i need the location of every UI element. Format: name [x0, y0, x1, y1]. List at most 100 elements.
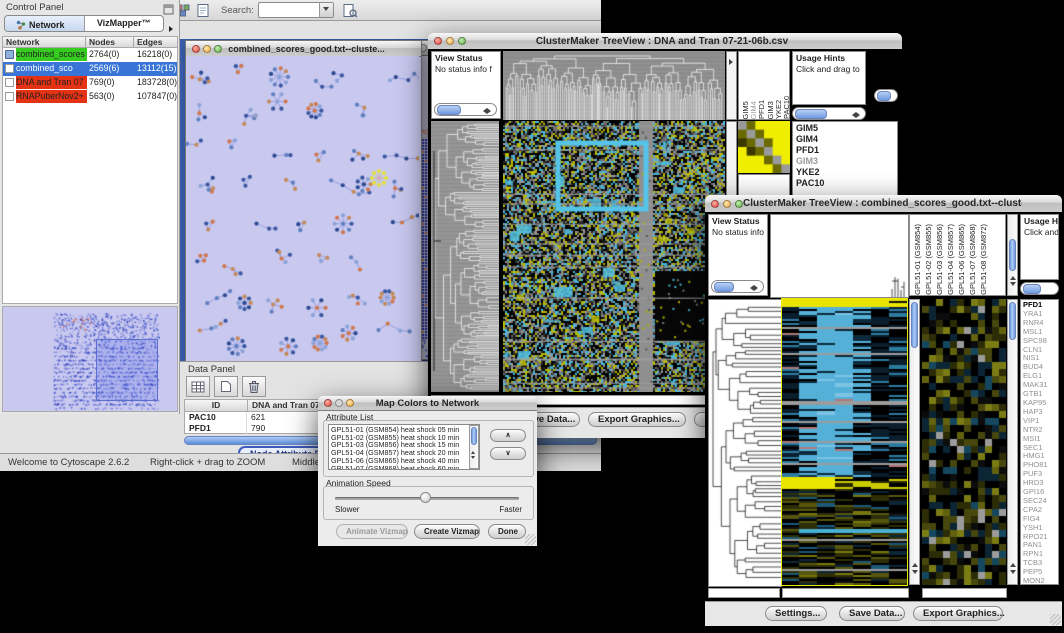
- close-icon[interactable]: [324, 399, 332, 407]
- dendro-hscroll[interactable]: [708, 588, 780, 598]
- col-network[interactable]: Network: [2, 36, 86, 48]
- close-icon[interactable]: [434, 37, 442, 45]
- treeview-dna-titlebar[interactable]: ClusterMaker TreeView : DNA and Tran 07-…: [428, 33, 902, 50]
- close-icon[interactable]: [192, 45, 200, 53]
- status-scrollbar[interactable]: [711, 280, 764, 293]
- gene-label[interactable]: PEP5: [1023, 568, 1058, 577]
- row-dendrogram[interactable]: [708, 299, 782, 587]
- zoom-scrollbar[interactable]: [874, 89, 898, 102]
- minimize-icon[interactable]: [203, 45, 211, 53]
- network-table-row[interactable]: combined_scores2764(0)16218(0): [3, 48, 177, 62]
- export-graphics-button[interactable]: Export Graphics...: [913, 606, 1003, 621]
- gene-label[interactable]: PFD1: [796, 145, 897, 156]
- gene-label[interactable]: YRA1: [1023, 310, 1058, 319]
- network-overview[interactable]: [2, 306, 178, 412]
- gene-label[interactable]: GPI16: [1023, 488, 1058, 497]
- gene-label[interactable]: ELG1: [1023, 372, 1058, 381]
- gene-label[interactable]: YKE2: [796, 167, 897, 178]
- float-panel-icon[interactable]: [163, 2, 174, 20]
- col-id[interactable]: ID: [185, 400, 248, 412]
- zoom-hscroll[interactable]: [922, 588, 1007, 598]
- dendro-scroll-gutter[interactable]: [726, 51, 737, 120]
- network-table-row[interactable]: RNAPuberNov2+563(0)107847(0): [3, 90, 177, 104]
- gene-label[interactable]: TCB3: [1023, 559, 1058, 568]
- minimize-icon[interactable]: [723, 200, 731, 208]
- col-edges[interactable]: Edges: [134, 36, 178, 48]
- network-canvas[interactable]: [186, 56, 419, 360]
- resize-grip-icon[interactable]: [525, 534, 536, 545]
- heatmap-canvas[interactable]: [503, 121, 725, 392]
- gene-label[interactable]: HAP3: [1023, 408, 1058, 417]
- gene-label[interactable]: GIM4: [796, 134, 897, 145]
- gene-label[interactable]: RNR4: [1023, 319, 1058, 328]
- zoom-window-icon[interactable]: [735, 200, 743, 208]
- zoom-window-icon[interactable]: [346, 399, 354, 407]
- zoom-window-icon[interactable]: [214, 45, 222, 53]
- attribute-list-vscroll[interactable]: [469, 425, 479, 469]
- gene-label[interactable]: KAP95: [1023, 399, 1058, 408]
- minimize-icon[interactable]: [335, 399, 343, 407]
- zoom-vscroll[interactable]: [1007, 299, 1018, 585]
- gene-label[interactable]: PFD1: [1023, 301, 1058, 310]
- close-icon[interactable]: [711, 200, 719, 208]
- gene-label[interactable]: VIP1: [1023, 417, 1058, 426]
- gene-label[interactable]: RPO21: [1023, 533, 1058, 542]
- settings-button[interactable]: Settings...: [765, 606, 827, 621]
- zoom-heatmap-canvas[interactable]: [738, 121, 790, 173]
- gene-label[interactable]: GIM3: [796, 156, 897, 167]
- search-advanced-icon[interactable]: [340, 1, 360, 20]
- gene-label[interactable]: NTR2: [1023, 426, 1058, 435]
- move-down-button[interactable]: ∨: [490, 447, 526, 460]
- network-view-window[interactable]: combined_scores_good.txt--cluste...: [185, 40, 422, 361]
- gene-label[interactable]: RPN1: [1023, 550, 1058, 559]
- trash-icon[interactable]: [242, 376, 266, 397]
- dialog-titlebar[interactable]: Map Colors to Network: [318, 396, 537, 411]
- heatmap-hscroll[interactable]: [782, 588, 909, 598]
- save-data-button[interactable]: Save Data...: [839, 606, 905, 621]
- attribute-item[interactable]: GPL51-07 (GSM868) heat shock 60 min: [331, 465, 479, 470]
- network-window-titlebar[interactable]: combined_scores_good.txt--cluste...: [186, 41, 421, 57]
- done-button[interactable]: Done: [488, 524, 526, 539]
- gene-label[interactable]: GIM5: [796, 123, 897, 134]
- network-table-row[interactable]: combined_sco2569(6)13112(15): [3, 62, 177, 76]
- gene-label[interactable]: PUF3: [1023, 470, 1058, 479]
- gene-label[interactable]: CLN1: [1023, 346, 1058, 355]
- gene-label[interactable]: PHO81: [1023, 461, 1058, 470]
- column-labels-vscroll[interactable]: [1007, 214, 1018, 296]
- status-scrollbar[interactable]: [434, 103, 497, 116]
- attribute-list[interactable]: GPL51-01 (GSM854) heat shock 05 minGPL51…: [328, 424, 480, 470]
- gene-label[interactable]: SEC1: [1023, 444, 1058, 453]
- resize-grip-icon[interactable]: [1050, 614, 1061, 625]
- hints-scrollbar[interactable]: [792, 107, 866, 120]
- treeview-combined-titlebar[interactable]: ClusterMaker TreeView : combined_scores_…: [705, 195, 1062, 213]
- gene-label[interactable]: NIS1: [1023, 354, 1058, 363]
- tab-network[interactable]: Network: [5, 16, 85, 31]
- annotation-page-icon[interactable]: [193, 1, 213, 20]
- gene-label[interactable]: HMG1: [1023, 452, 1058, 461]
- gene-label[interactable]: FIG4: [1023, 515, 1058, 524]
- gene-label[interactable]: BUD4: [1023, 363, 1058, 372]
- tab-vizmapper[interactable]: VizMapper™: [85, 16, 164, 31]
- network-table-row[interactable]: DNA and Tran 07769(0)183728(0): [3, 76, 177, 90]
- table-grid-icon[interactable]: [186, 376, 210, 397]
- gene-label[interactable]: CPA2: [1023, 506, 1058, 515]
- search-input[interactable]: [258, 2, 334, 18]
- heatmap-vscroll[interactable]: [909, 299, 920, 585]
- search-dropdown-icon[interactable]: [319, 3, 333, 17]
- animate-vizmap-button[interactable]: Animate Vizmap: [336, 524, 408, 539]
- gene-label[interactable]: YSH1: [1023, 524, 1058, 533]
- gene-label[interactable]: SPC98: [1023, 337, 1058, 346]
- minimize-icon[interactable]: [446, 37, 454, 45]
- new-page-icon[interactable]: [214, 376, 238, 397]
- hints-scrollbar[interactable]: [1020, 282, 1059, 295]
- zoom-window-icon[interactable]: [458, 37, 466, 45]
- column-dendrogram[interactable]: [503, 51, 725, 120]
- row-dendrogram[interactable]: [431, 121, 499, 392]
- gene-label[interactable]: MSL1: [1023, 328, 1058, 337]
- zoom-heatmap-canvas[interactable]: [922, 299, 1006, 585]
- export-graphics-button[interactable]: Export Graphics...: [588, 412, 686, 427]
- gene-label[interactable]: MSI1: [1023, 435, 1058, 444]
- speed-slider-thumb[interactable]: [420, 492, 431, 503]
- column-dendrogram[interactable]: [770, 214, 909, 298]
- create-vizmap-button[interactable]: Create Vizmap: [414, 524, 480, 539]
